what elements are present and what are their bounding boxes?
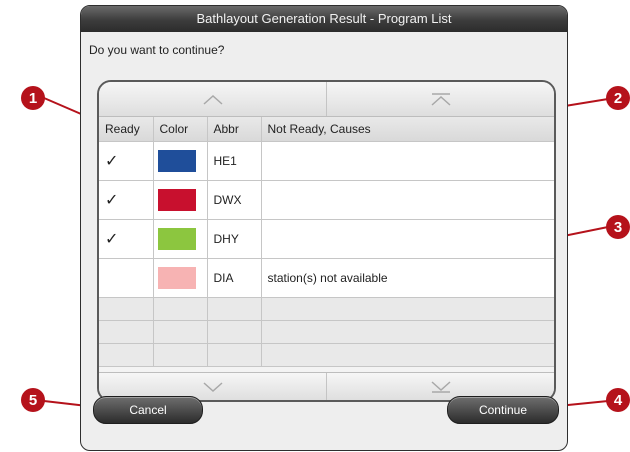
dialog-title: Bathlayout Generation Result - Program L… [81, 6, 567, 32]
chevron-to-top-icon [431, 93, 450, 106]
abbr-cell: DIA [207, 258, 262, 298]
ready-check: ✓ [99, 141, 154, 181]
table-row[interactable]: ✓ DWX [99, 180, 554, 220]
callout-1: 1 [21, 86, 45, 110]
program-list-panel: Ready Color Abbr Not Ready, Causes ✓ HE1 [97, 80, 556, 402]
ready-check: ✓ [99, 180, 154, 220]
continue-button[interactable]: Continue [447, 396, 559, 424]
color-cell [153, 258, 208, 298]
empty-row [99, 320, 554, 344]
column-header-causes: Not Ready, Causes [261, 117, 554, 142]
continue-question: Do you want to continue? [89, 43, 225, 57]
scroll-to-top-button[interactable] [326, 82, 554, 116]
callout-4: 4 [606, 388, 630, 412]
color-cell [153, 219, 208, 259]
scroll-controls-top [99, 82, 554, 117]
cause-cell [261, 219, 554, 259]
callout-3: 3 [606, 215, 630, 239]
ready-check [99, 258, 154, 298]
bathlayout-result-dialog: Bathlayout Generation Result - Program L… [80, 5, 568, 451]
cancel-button[interactable]: Cancel [93, 396, 203, 424]
color-swatch [157, 267, 196, 289]
scroll-up-button[interactable] [99, 82, 326, 116]
table-row[interactable]: ✓ DHY [99, 219, 554, 259]
cause-cell [261, 141, 554, 181]
table-row[interactable]: ✓ HE1 [99, 141, 554, 181]
column-header-abbr: Abbr [207, 117, 262, 142]
program-table: Ready Color Abbr Not Ready, Causes ✓ HE1 [99, 117, 554, 367]
callout-2: 2 [606, 86, 630, 110]
color-cell [153, 180, 208, 220]
cause-cell [261, 180, 554, 220]
abbr-cell: DHY [207, 219, 262, 259]
empty-row [99, 343, 554, 367]
table-header-row: Ready Color Abbr Not Ready, Causes [99, 117, 554, 142]
color-cell [153, 141, 208, 181]
abbr-cell: DWX [207, 180, 262, 220]
screenshot-stage: Bathlayout Generation Result - Program L… [0, 0, 630, 452]
cause-cell: station(s) not available [261, 258, 554, 298]
column-header-color: Color [153, 117, 208, 142]
color-swatch [157, 228, 196, 250]
column-header-ready: Ready [99, 117, 154, 142]
empty-row [99, 297, 554, 321]
color-swatch [157, 150, 196, 172]
callout-5: 5 [21, 388, 45, 412]
abbr-cell: HE1 [207, 141, 262, 181]
chevron-down-icon [203, 382, 222, 393]
chevron-up-icon [203, 94, 222, 105]
ready-check: ✓ [99, 219, 154, 259]
color-swatch [157, 189, 196, 211]
chevron-to-bottom-icon [431, 381, 450, 393]
table-row[interactable]: DIA station(s) not available [99, 258, 554, 298]
